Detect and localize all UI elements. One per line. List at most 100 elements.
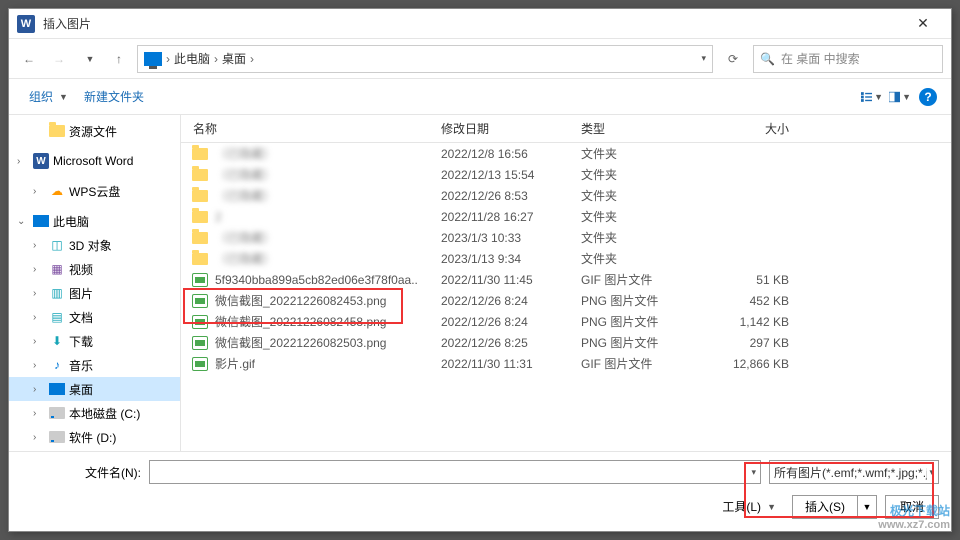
filename-row: 文件名(N): ▾ 所有图片(*.emf;*.wmf;*.jpg;*.jpeg;… (21, 460, 939, 484)
sidebar-item[interactable]: ›本地磁盘 (C:) (9, 401, 180, 425)
sidebar-item-label: 桌面 (69, 381, 93, 398)
file-type: PNG 图片文件 (581, 313, 701, 330)
organize-button[interactable]: 组织▼ (21, 84, 76, 109)
file-type: 文件夹 (581, 187, 701, 204)
file-name: （已隐藏） (215, 187, 441, 204)
file-rows: （已隐藏）2022/12/8 16:56文件夹（已隐藏）2022/12/13 1… (181, 143, 951, 451)
file-row[interactable]: 5f9340bba899a5cb82ed06e3f78f0aa..2022/11… (181, 269, 951, 290)
search-input[interactable]: 🔍 在 桌面 中搜索 (753, 45, 943, 73)
file-name: 影片.gif (215, 355, 441, 372)
file-type: GIF 图片文件 (581, 355, 701, 372)
file-row[interactable]: （已隐藏）2022/12/13 15:54文件夹 (181, 164, 951, 185)
file-size: 51 KB (701, 273, 801, 287)
sidebar-item[interactable]: ›▥图片 (9, 281, 180, 305)
file-type: GIF 图片文件 (581, 271, 701, 288)
sidebar-item-label: Microsoft Word (53, 154, 133, 168)
preview-pane-button[interactable]: ▼ (889, 86, 911, 108)
insert-button[interactable]: 插入(S) ▼ (792, 495, 877, 519)
column-name[interactable]: 名称 (181, 120, 441, 137)
search-icon: 🔍 (760, 52, 775, 66)
tools-button[interactable]: 工具(L)▼ (714, 494, 784, 519)
expand-icon: › (33, 186, 45, 197)
sidebar-item[interactable]: ›WMicrosoft Word (9, 149, 180, 173)
file-row[interactable]: 影片.gif2022/11/30 11:31GIF 图片文件12,866 KB (181, 353, 951, 374)
address-bar[interactable]: › 此电脑 › 桌面 › ▾ (137, 45, 713, 73)
file-date: 2023/1/3 10:33 (441, 231, 581, 245)
file-date: 2022/12/13 15:54 (441, 168, 581, 182)
watermark: 极光下载站 www.xz7.com (878, 504, 950, 532)
expand-icon: › (17, 156, 29, 167)
file-type: 文件夹 (581, 166, 701, 183)
sidebar-item[interactable]: ›桌面 (9, 377, 180, 401)
file-type: 文件夹 (581, 208, 701, 225)
expand-icon: › (33, 432, 45, 443)
address-dropdown-icon[interactable]: ▾ (701, 53, 706, 64)
expand-icon: › (33, 288, 45, 299)
path-segment[interactable]: 此电脑 (174, 50, 210, 67)
close-button[interactable]: ✕ (903, 9, 943, 39)
sidebar-item-label: 图片 (69, 285, 93, 302)
recent-dropdown[interactable]: ▼ (77, 47, 101, 71)
column-header-row: 名称 修改日期 类型 大小 (181, 115, 951, 143)
forward-button[interactable]: → (47, 47, 71, 71)
desktop-icon (49, 381, 65, 397)
file-type: 文件夹 (581, 145, 701, 162)
file-row[interactable]: 22022/11/28 16:27文件夹 (181, 206, 951, 227)
png-icon (191, 313, 209, 331)
sidebar-item[interactable]: ›☁WPS云盘 (9, 179, 180, 203)
sidebar-item[interactable]: 资源文件 (9, 119, 180, 143)
help-button[interactable]: ? (917, 86, 939, 108)
filename-input[interactable]: ▾ (149, 460, 761, 484)
sidebar-item-label: 本地磁盘 (C:) (69, 405, 140, 422)
file-size: 12,866 KB (701, 357, 801, 371)
chevron-right-icon: › (250, 52, 254, 66)
file-date: 2022/12/8 16:56 (441, 147, 581, 161)
drive-icon (49, 405, 65, 421)
sidebar-item[interactable]: ›◫3D 对象 (9, 233, 180, 257)
folder-icon (49, 123, 65, 139)
folder-icon (191, 166, 209, 184)
sidebar-item[interactable]: ›♪音乐 (9, 353, 180, 377)
help-icon: ? (919, 88, 937, 106)
file-name: 微信截图_20221226082503.png (215, 334, 441, 351)
file-row[interactable]: （已隐藏）2023/1/3 10:33文件夹 (181, 227, 951, 248)
file-row[interactable]: （已隐藏）2022/12/26 8:53文件夹 (181, 185, 951, 206)
file-name: 2 (215, 210, 441, 224)
insert-dropdown[interactable]: ▼ (858, 496, 876, 518)
sidebar-item[interactable]: ⌄此电脑 (9, 209, 180, 233)
refresh-button[interactable]: ⟳ (719, 45, 747, 73)
file-row[interactable]: （已隐藏）2022/12/8 16:56文件夹 (181, 143, 951, 164)
chevron-right-icon: › (166, 52, 170, 66)
sidebar-item[interactable]: ›⬇下载 (9, 329, 180, 353)
new-folder-button[interactable]: 新建文件夹 (76, 84, 152, 109)
chevron-down-icon: ▾ (751, 467, 756, 478)
up-button[interactable]: ↑ (107, 47, 131, 71)
expand-icon: ⌄ (17, 216, 29, 227)
insert-main[interactable]: 插入(S) (793, 496, 858, 518)
column-type[interactable]: 类型 (581, 120, 701, 137)
pc-icon (144, 52, 162, 66)
sidebar-item-label: 3D 对象 (69, 237, 112, 254)
file-row[interactable]: 微信截图_20221226082453.png2022/12/26 8:24PN… (181, 290, 951, 311)
view-mode-button[interactable]: ▼ (861, 86, 883, 108)
path-segment[interactable]: 桌面 (222, 50, 246, 67)
png-icon (191, 334, 209, 352)
folder-icon (191, 187, 209, 205)
word-app-icon: W (17, 15, 35, 33)
file-size: 1,142 KB (701, 315, 801, 329)
gif-icon (191, 271, 209, 289)
file-row[interactable]: 微信截图_20221226082458.png2022/12/26 8:24PN… (181, 311, 951, 332)
sidebar-item[interactable]: ›软件 (D:) (9, 425, 180, 449)
file-row[interactable]: 微信截图_20221226082503.png2022/12/26 8:25PN… (181, 332, 951, 353)
sidebar-item[interactable]: ›▤文档 (9, 305, 180, 329)
file-type: PNG 图片文件 (581, 292, 701, 309)
sidebar-item[interactable]: ›▦视频 (9, 257, 180, 281)
file-row[interactable]: （已隐藏）2023/1/13 9:34文件夹 (181, 248, 951, 269)
back-button[interactable]: ← (17, 47, 41, 71)
column-date[interactable]: 修改日期 (441, 120, 581, 137)
file-type-filter[interactable]: 所有图片(*.emf;*.wmf;*.jpg;*.jpeg;*.png;*.gi… (769, 460, 939, 484)
drive-icon (49, 429, 65, 445)
insert-picture-dialog: W 插入图片 ✕ ← → ▼ ↑ › 此电脑 › 桌面 › ▾ ⟳ 🔍 在 桌面… (8, 8, 952, 532)
expand-icon: › (33, 312, 45, 323)
column-size[interactable]: 大小 (701, 120, 801, 137)
